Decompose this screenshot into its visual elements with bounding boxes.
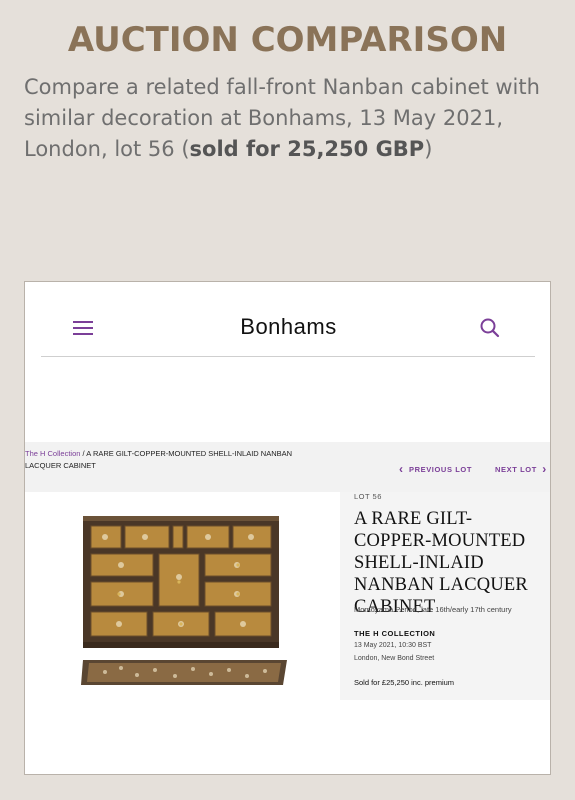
breadcrumb-bar: The H Collection / A RARE GILT-COPPER-MO… [25, 442, 550, 492]
sale-date: 13 May 2021, 10:30 BST [354, 642, 432, 649]
previous-lot-label: PREVIOUS LOT [408, 465, 473, 474]
chevron-left-icon: ‹ [399, 462, 404, 476]
breadcrumb: The H Collection / A RARE GILT-COPPER-MO… [25, 448, 325, 472]
header-divider [41, 356, 535, 357]
page-heading: AUCTION COMPARISON [67, 20, 508, 60]
intro-sold-price: sold for 25,250 GBP [189, 137, 425, 161]
lot-number: LOT 56 [354, 492, 382, 501]
chevron-right-icon: › [542, 462, 547, 476]
lot-details-panel: LOT 56 A RARE GILT-COPPER-MOUNTED SHELL-… [340, 492, 550, 700]
next-lot-link[interactable]: NEXT LOT › [495, 462, 547, 476]
lot-period: Momoyama Period, late 16th/early 17th ce… [354, 605, 512, 614]
lot-image[interactable] [25, 492, 340, 702]
cabinet-image [81, 516, 287, 685]
search-icon[interactable] [479, 317, 501, 339]
sold-price: Sold for £25,250 inc. premium [354, 678, 455, 687]
intro-text: Compare a related fall-front Nanban cabi… [24, 72, 554, 165]
sale-location: London, New Bond Street [354, 655, 435, 662]
lot-title: A RARE GILT-COPPER-MOUNTED SHELL-INLAID … [354, 509, 528, 617]
next-lot-label: NEXT LOT [495, 465, 537, 474]
sale-collection-name[interactable]: THE H COLLECTION [354, 629, 435, 638]
breadcrumb-collection-link[interactable]: The H Collection [25, 449, 80, 458]
bonhams-screenshot: Bonhams The H Collection / A RARE GILT-C… [24, 281, 551, 775]
previous-lot-link[interactable]: ‹ PREVIOUS LOT [399, 462, 472, 476]
intro-text-end: ) [424, 137, 433, 161]
bonhams-logo[interactable]: Bonhams [25, 314, 550, 340]
